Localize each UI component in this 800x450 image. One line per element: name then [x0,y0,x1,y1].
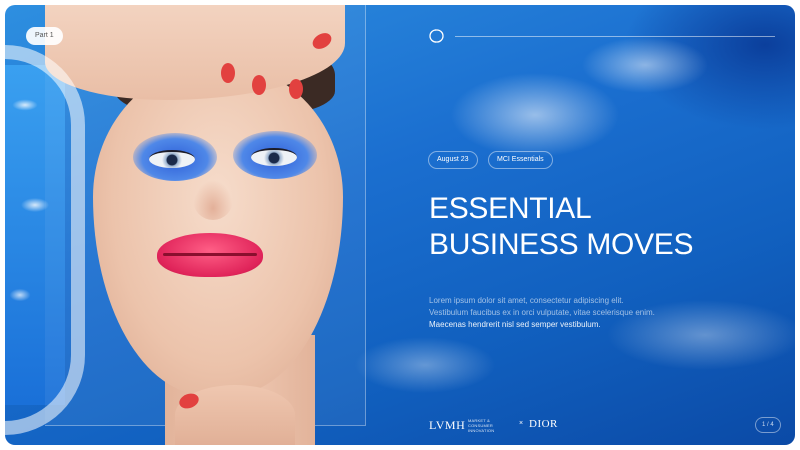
dior-logo: DIOR [529,418,558,430]
brand-separator: × [519,420,524,427]
title-line: BUSINESS MOVES [429,228,694,261]
body-line: Lorem ipsum dolor sit amet, consectetur … [429,296,624,305]
title-line: ESSENTIAL [429,192,592,225]
category-tag: MCI Essentials [488,151,553,169]
right-eye [251,148,297,166]
body-line: Maecenas hendrerit nisl sed semper vesti… [429,320,601,329]
slide-title: ESSENTIAL BUSINESS MOVES [429,191,769,263]
nail [289,79,303,99]
nail [221,63,235,83]
lvmh-subtitle: MARKET & CONSUMER INNOVATION [468,418,516,433]
header-divider [455,36,775,37]
slide-body-text: Lorem ipsum dolor sit amet, consectetur … [429,295,729,331]
nail [252,75,266,95]
lvmh-subtitle-line: MARKET & CONSUMER [468,418,493,428]
page-indicator[interactable]: 1 / 4 [755,417,781,433]
dior-d-outline-graphic [5,45,85,435]
left-eye [149,150,195,168]
red-lips [157,233,263,277]
nose [193,180,233,220]
cd-monogram-icon [429,29,444,43]
part-badge: Part 1 [26,27,63,45]
model-portrait-image [45,5,385,445]
lvmh-logo: LVMH [429,418,466,432]
lvmh-subtitle-line: INNOVATION [468,428,495,433]
hero-slide: Part 1 August 23 MCI Essentials ESSENTIA… [5,5,795,445]
body-line: Vestibulum faucibus ex in orci vulputate… [429,308,655,317]
date-tag: August 23 [428,151,478,169]
